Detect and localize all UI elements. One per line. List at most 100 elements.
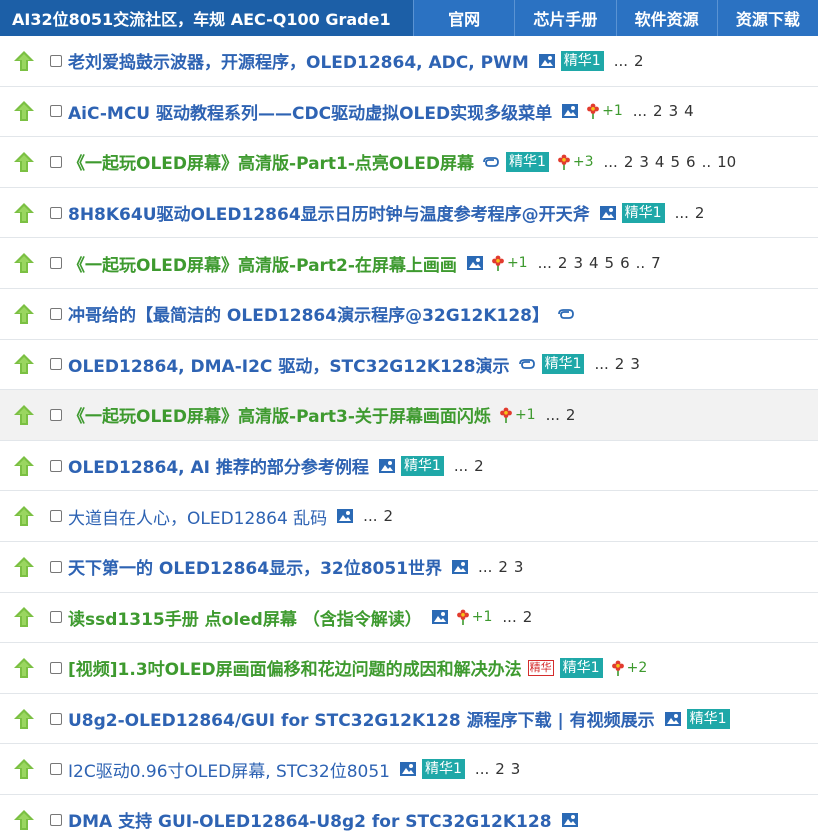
- thread-pages: ... 2: [454, 457, 490, 475]
- page-link[interactable]: 3: [514, 558, 524, 576]
- page-link[interactable]: 2: [495, 760, 505, 778]
- thread-up-arrow-icon[interactable]: [12, 352, 36, 376]
- page-link[interactable]: 3: [639, 153, 649, 171]
- thread-up-arrow-icon[interactable]: [12, 808, 36, 832]
- page-link[interactable]: 6: [686, 153, 696, 171]
- page-link[interactable]: 2: [523, 608, 533, 626]
- page-link[interactable]: 5: [670, 153, 680, 171]
- page-link[interactable]: 2: [653, 102, 663, 120]
- thread-title-link[interactable]: 大道自在人心，OLED12864 乱码: [68, 504, 327, 529]
- thread-title-link[interactable]: [视频]1.3吋OLED屏画面偏移和花边问题的成因和解决办法: [68, 655, 522, 680]
- attachment-link-icon: [518, 359, 535, 370]
- thread-up-arrow-icon[interactable]: [12, 49, 36, 73]
- thread-checkbox[interactable]: [50, 307, 62, 320]
- thread-checkbox[interactable]: [50, 408, 62, 421]
- rating-count: +1: [471, 609, 493, 626]
- thread-up-arrow-icon[interactable]: [12, 757, 36, 781]
- thread-title-link[interactable]: OLED12864, DMA-I2C 驱动，STC32G12K128演示: [68, 352, 510, 377]
- thread-title-link[interactable]: 天下第一的 OLED12864显示，32位8051世界: [68, 554, 442, 579]
- nav-official-site[interactable]: 官网: [413, 0, 514, 36]
- page-link[interactable]: 5: [605, 254, 615, 272]
- thread-up-arrow-icon[interactable]: [12, 403, 36, 427]
- thread-row: OLED12864, AI 推荐的部分参考例程 精华1... 2: [0, 441, 818, 492]
- page-link: ...: [594, 355, 609, 374]
- thread-up-arrow-icon[interactable]: [12, 454, 36, 478]
- thread-title-link[interactable]: U8g2-OLED12864/GUI for STC32G12K128 源程序下…: [68, 706, 655, 731]
- thread-pages: ... 2: [614, 52, 650, 70]
- nav-resource-download[interactable]: 资源下载: [716, 0, 818, 36]
- thread-title-link[interactable]: 《一起玩OLED屏幕》高清版-Part3-关于屏幕画面闪烁: [68, 402, 491, 427]
- thread-up-arrow-icon[interactable]: [12, 201, 36, 225]
- page-link[interactable]: 2: [558, 254, 568, 272]
- thread-title-link[interactable]: 冲哥给的【最简洁的 OLED12864演示程序@32G12K128】: [68, 301, 549, 326]
- thread-up-arrow-icon[interactable]: [12, 656, 36, 680]
- thread-row: 天下第一的 OLED12864显示，32位8051世界... 2 3: [0, 542, 818, 593]
- thread-checkbox[interactable]: [50, 611, 62, 624]
- nav-software-resources[interactable]: 软件资源: [615, 0, 717, 36]
- thread-checkbox[interactable]: [50, 661, 62, 674]
- thread-row: U8g2-OLED12864/GUI for STC32G12K128 源程序下…: [0, 694, 818, 745]
- thread-up-arrow-icon[interactable]: [12, 302, 36, 326]
- page-link[interactable]: 4: [655, 153, 665, 171]
- page-link[interactable]: 2: [695, 204, 705, 222]
- thread-checkbox[interactable]: [50, 459, 62, 472]
- page-link[interactable]: 7: [651, 254, 661, 272]
- thread-title-link[interactable]: 《一起玩OLED屏幕》高清版-Part1-点亮OLED屏幕: [68, 149, 474, 174]
- digest-badge: 精华1: [560, 50, 604, 71]
- thread-row: 读ssd1315手册 点oled屏幕 （含指令解读） +1... 2: [0, 593, 818, 644]
- page-link[interactable]: 2: [498, 558, 508, 576]
- rating-count: +3: [572, 153, 594, 170]
- page-link[interactable]: 2: [634, 52, 644, 70]
- thread-title-link[interactable]: 8H8K64U驱动OLED12864显示日历时钟与温度参考程序@开天斧: [68, 200, 590, 225]
- thread-checkbox[interactable]: [50, 712, 62, 725]
- thread-up-arrow-icon[interactable]: [12, 605, 36, 629]
- page-link: ...: [363, 507, 378, 526]
- thread-title-link[interactable]: DMA 支持 GUI-OLED12864-U8g2 for STC32G12K1…: [68, 807, 552, 832]
- page-link[interactable]: 2: [566, 406, 576, 424]
- thread-checkbox[interactable]: [50, 813, 62, 826]
- thread-checkbox[interactable]: [50, 257, 62, 270]
- page-link[interactable]: 2: [474, 457, 484, 475]
- thread-checkbox[interactable]: [50, 155, 62, 168]
- forum-brand-title[interactable]: AI32位8051交流社区，车规 AEC-Q100 Grade1: [0, 0, 413, 36]
- thread-pages: ... 2 3: [594, 355, 645, 373]
- thread-up-arrow-icon[interactable]: [12, 555, 36, 579]
- image-attachment-icon: [400, 762, 416, 777]
- thread-up-arrow-icon[interactable]: [12, 504, 36, 528]
- page-link[interactable]: 2: [615, 355, 625, 373]
- thread-checkbox[interactable]: [50, 763, 62, 776]
- thread-checkbox[interactable]: [50, 105, 62, 118]
- thread-title-link[interactable]: 读ssd1315手册 点oled屏幕 （含指令解读）: [68, 605, 422, 630]
- thread-pages: ... 2 3 4 5 6.. 7: [538, 254, 667, 272]
- page-link[interactable]: 2: [624, 153, 634, 171]
- thread-row: DMA 支持 GUI-OLED12864-U8g2 for STC32G12K1…: [0, 795, 818, 836]
- page-link[interactable]: 4: [589, 254, 599, 272]
- nav-chip-manual[interactable]: 芯片手册: [514, 0, 615, 36]
- thread-row: 《一起玩OLED屏幕》高清版-Part1-点亮OLED屏幕 精华1 +3... 2 3 4…: [0, 137, 818, 188]
- page-link[interactable]: 3: [511, 760, 521, 778]
- thread-title-link[interactable]: OLED12864, AI 推荐的部分参考例程: [68, 453, 369, 478]
- thread-up-arrow-icon[interactable]: [12, 707, 36, 731]
- page-link[interactable]: 3: [669, 102, 679, 120]
- page-link[interactable]: 4: [684, 102, 694, 120]
- page-link[interactable]: 6: [620, 254, 630, 272]
- page-link[interactable]: 3: [573, 254, 583, 272]
- thread-title-link[interactable]: I2C驱动0.96寸OLED屏幕, STC32位8051: [68, 757, 390, 782]
- thread-up-arrow-icon[interactable]: [12, 251, 36, 275]
- thread-title-link[interactable]: 老刘爱捣鼓示波器，开源程序，OLED12864, ADC, PWM: [68, 48, 529, 73]
- thread-checkbox[interactable]: [50, 510, 62, 523]
- page-link[interactable]: 10: [717, 153, 736, 171]
- thread-up-arrow-icon[interactable]: [12, 99, 36, 123]
- thread-row: AiC-MCU 驱动教程系列——CDC驱动虚拟OLED实现多级菜单 +1... 2 3…: [0, 87, 818, 138]
- thread-checkbox[interactable]: [50, 206, 62, 219]
- page-link[interactable]: 2: [383, 507, 393, 525]
- thread-title-link[interactable]: 《一起玩OLED屏幕》高清版-Part2-在屏幕上画画: [68, 251, 457, 276]
- thread-checkbox[interactable]: [50, 54, 62, 67]
- thread-title-link[interactable]: AiC-MCU 驱动教程系列——CDC驱动虚拟OLED实现多级菜单: [68, 99, 552, 124]
- flower-icon: [500, 407, 512, 423]
- page-link: ...: [613, 51, 629, 70]
- thread-checkbox[interactable]: [50, 560, 62, 573]
- thread-up-arrow-icon[interactable]: [12, 150, 36, 174]
- page-link[interactable]: 3: [630, 355, 640, 373]
- thread-checkbox[interactable]: [50, 358, 62, 371]
